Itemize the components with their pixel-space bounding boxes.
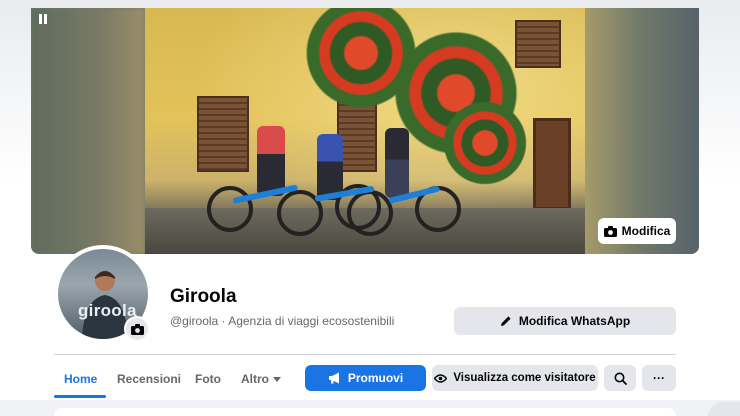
cover-photo xyxy=(145,8,585,254)
view-as-visitor-button[interactable]: Visualizza come visitatore xyxy=(432,365,598,391)
camera-icon xyxy=(603,225,617,237)
pause-icon[interactable] xyxy=(39,14,49,24)
promote-button[interactable]: Promuovi xyxy=(305,365,426,391)
megaphone-icon xyxy=(328,372,339,384)
more-options-button[interactable]: ··· xyxy=(642,365,676,391)
search-button[interactable] xyxy=(604,365,636,391)
window-shutter-left xyxy=(197,96,249,172)
divider xyxy=(54,354,676,355)
window-shutter-middle xyxy=(337,98,377,172)
avatar-camera-button[interactable] xyxy=(124,316,150,342)
active-tab-indicator xyxy=(54,395,106,398)
window-shutter-top-right xyxy=(515,20,561,68)
promote-label: Promuovi xyxy=(347,371,404,385)
view-as-visitor-label: Visualizza come visitatore xyxy=(453,372,596,384)
page-title[interactable]: Giroola xyxy=(170,286,237,308)
edit-cover-button[interactable]: Modifica xyxy=(598,218,676,244)
content-card xyxy=(54,408,676,416)
floating-button-edge[interactable] xyxy=(708,402,740,416)
tab-foto[interactable]: Foto xyxy=(195,372,221,386)
tab-recensioni[interactable]: Recensioni xyxy=(117,372,181,386)
pencil-icon xyxy=(500,316,511,326)
bike-wheel xyxy=(207,186,253,232)
cover-photo-container[interactable] xyxy=(31,8,699,254)
tab-altro[interactable]: Altro xyxy=(241,372,281,386)
eye-icon xyxy=(434,373,448,383)
search-icon xyxy=(614,372,627,385)
wooden-door xyxy=(533,118,571,210)
cyclist xyxy=(385,128,409,198)
chevron-down-icon xyxy=(273,377,281,383)
edit-whatsapp-button[interactable]: Modifica WhatsApp xyxy=(454,307,676,335)
flowering-vine xyxy=(435,98,535,188)
edit-cover-label: Modifica xyxy=(621,224,671,238)
page-handle-category: @giroola · Agenzia di viaggi ecosostenib… xyxy=(170,314,395,328)
camera-icon xyxy=(130,323,144,335)
edit-whatsapp-label: Modifica WhatsApp xyxy=(518,314,631,328)
bike-wheel xyxy=(347,190,393,236)
cyclist xyxy=(257,126,285,196)
cyclist xyxy=(317,134,343,200)
cover-blur-left xyxy=(31,8,145,254)
more-icon: ··· xyxy=(653,371,665,385)
tab-home[interactable]: Home xyxy=(64,372,97,386)
